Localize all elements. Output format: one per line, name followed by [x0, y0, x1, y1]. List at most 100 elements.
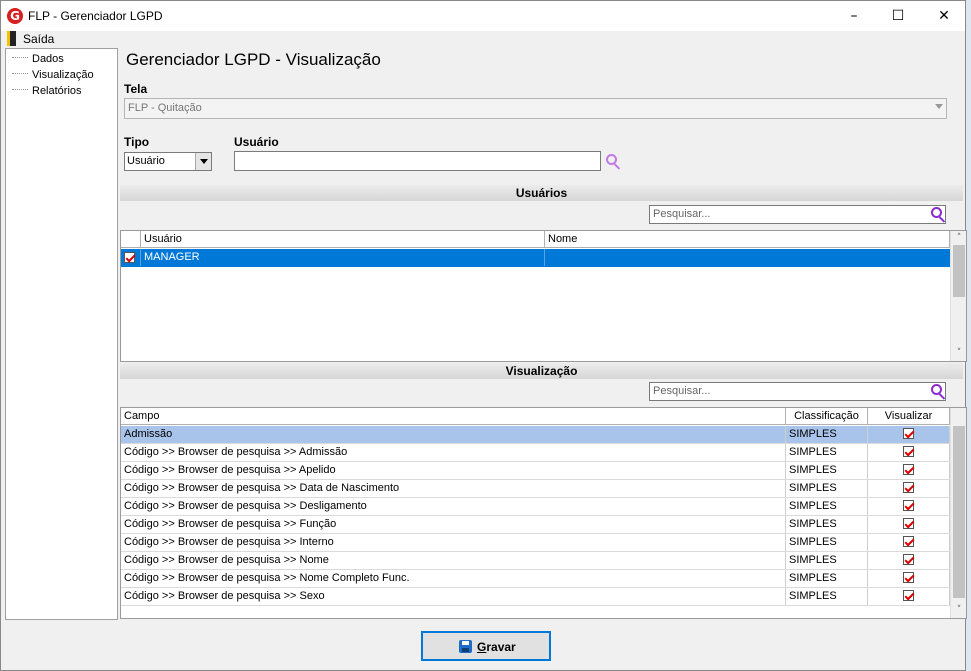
visualizar-checkbox[interactable]: [903, 464, 914, 475]
visualizar-checkbox[interactable]: [903, 428, 914, 439]
view-column-visualizar[interactable]: Visualizar: [868, 408, 950, 425]
visualizar-checkbox[interactable]: [903, 554, 914, 565]
row-classificacao: SIMPLES: [786, 588, 868, 605]
maximize-button[interactable]: ☐: [875, 1, 921, 31]
row-visualizar: [868, 426, 950, 443]
visualizar-checkbox[interactable]: [903, 536, 914, 547]
visualizar-checkbox[interactable]: [903, 500, 914, 511]
users-grid-header: Usuário Nome: [121, 231, 950, 248]
tree-item-visualizacao[interactable]: Visualização: [6, 67, 94, 83]
view-column-campo[interactable]: Campo: [121, 408, 786, 425]
view-section-header: Visualização: [120, 363, 963, 379]
row-campo: Admissão: [121, 426, 786, 443]
row-visualizar: [868, 444, 950, 461]
tree-connector: [12, 89, 28, 91]
row-visualizar: [868, 480, 950, 497]
table-row[interactable]: Código >> Browser de pesquisa >> Interno…: [121, 534, 950, 552]
menu-exit[interactable]: Saída: [23, 32, 54, 46]
scroll-up-icon[interactable]: ˄: [954, 233, 964, 243]
row-classificacao: SIMPLES: [786, 426, 868, 443]
users-grid: Usuário Nome MANAGER ˄ ˅: [120, 230, 967, 362]
users-table-row[interactable]: MANAGER: [121, 249, 950, 267]
table-row[interactable]: Código >> Browser de pesquisa >> Nome SIM…: [121, 552, 950, 570]
view-column-classificacao[interactable]: Classificação: [786, 408, 868, 425]
users-search-input[interactable]: Pesquisar...: [649, 205, 946, 224]
users-column-usuario[interactable]: Usuário: [141, 231, 545, 248]
tree-item-relatorios[interactable]: Relatórios: [6, 83, 82, 99]
chevron-down-icon: [200, 159, 208, 164]
scroll-down-icon[interactable]: ˅: [954, 605, 964, 615]
view-search-input[interactable]: Pesquisar...: [649, 382, 946, 401]
table-row[interactable]: Código >> Browser de pesquisa >> Apelido…: [121, 462, 950, 480]
menu-bar: Saída: [1, 31, 965, 47]
tela-select[interactable]: FLP - Quitação: [124, 98, 947, 119]
users-row-nome: [545, 249, 950, 266]
users-row-checkbox[interactable]: [124, 252, 135, 263]
tree-item-label: Visualização: [32, 69, 94, 81]
tipo-label: Tipo: [124, 135, 150, 149]
close-button[interactable]: ✕: [921, 1, 967, 31]
row-visualizar: [868, 534, 950, 551]
save-button-label: Gravar: [477, 640, 516, 654]
tipo-select-value: Usuário: [127, 155, 165, 167]
visualizar-checkbox[interactable]: [903, 446, 914, 457]
app-window: G FLP - Gerenciador LGPD – ☐ ✕ Saída Dad…: [0, 0, 967, 671]
tipo-dropdown-button[interactable]: [195, 153, 211, 170]
row-classificacao: SIMPLES: [786, 534, 868, 551]
row-campo: Código >> Browser de pesquisa >> Interno: [121, 534, 786, 551]
row-classificacao: SIMPLES: [786, 480, 868, 497]
tree-item-label: Dados: [32, 53, 64, 65]
exit-door-icon[interactable]: [7, 31, 16, 46]
view-search-placeholder: Pesquisar...: [653, 385, 711, 397]
app-logo-icon: G: [7, 8, 23, 24]
table-row[interactable]: Código >> Browser de pesquisa >> Nome Co…: [121, 570, 950, 588]
title-bar: G FLP - Gerenciador LGPD – ☐ ✕: [1, 1, 965, 31]
search-icon[interactable]: [606, 154, 622, 170]
view-grid-header: Campo Classificação Visualizar: [121, 408, 950, 425]
save-mnemonic: G: [477, 640, 487, 654]
row-visualizar: [868, 570, 950, 587]
table-row[interactable]: Código >> Browser de pesquisa >> Admissã…: [121, 444, 950, 462]
tree-connector: [12, 73, 28, 75]
table-row[interactable]: Código >> Browser de pesquisa >> Função S…: [121, 516, 950, 534]
row-campo: Código >> Browser de pesquisa >> Sexo: [121, 588, 786, 605]
table-row[interactable]: Código >> Browser de pesquisa >> Desliga…: [121, 498, 950, 516]
row-campo: Código >> Browser de pesquisa >> Desliga…: [121, 498, 786, 515]
visualizar-checkbox[interactable]: [903, 482, 914, 493]
row-classificacao: SIMPLES: [786, 552, 868, 569]
tree-connector: [12, 57, 28, 59]
save-button[interactable]: Gravar: [421, 631, 551, 661]
row-classificacao: SIMPLES: [786, 498, 868, 515]
row-campo: Código >> Browser de pesquisa >> Admissã…: [121, 444, 786, 461]
usuario-input[interactable]: [234, 151, 601, 171]
tela-label: Tela: [124, 82, 148, 96]
table-row[interactable]: Código >> Browser de pesquisa >> Sexo SIM…: [121, 588, 950, 606]
minimize-button[interactable]: –: [831, 1, 877, 31]
visualizar-checkbox[interactable]: [903, 518, 914, 529]
table-row[interactable]: Admissão SIMPLES: [121, 426, 950, 444]
row-campo: Código >> Browser de pesquisa >> Função: [121, 516, 786, 533]
users-row-check-cell: [121, 249, 141, 266]
navigation-tree: Dados Visualização Relatórios: [5, 48, 118, 620]
tipo-select[interactable]: Usuário: [124, 152, 212, 171]
users-search-icon[interactable]: [931, 207, 947, 223]
visualizar-checkbox[interactable]: [903, 590, 914, 601]
scrollbar-thumb[interactable]: [953, 426, 965, 598]
scrollbar-thumb[interactable]: [953, 245, 965, 297]
view-grid: Campo Classificação Visualizar Admissão S…: [120, 407, 967, 619]
table-row[interactable]: Código >> Browser de pesquisa >> Data de…: [121, 480, 950, 498]
chevron-down-icon: [935, 104, 943, 109]
usuario-label: Usuário: [234, 135, 279, 149]
row-visualizar: [868, 552, 950, 569]
users-grid-scrollbar[interactable]: ˄ ˅: [950, 231, 966, 361]
tree-item-dados[interactable]: Dados: [6, 51, 64, 67]
visualizar-checkbox[interactable]: [903, 572, 914, 583]
view-search-icon[interactable]: [931, 384, 947, 400]
view-grid-scrollbar[interactable]: ˅: [950, 408, 966, 618]
users-row-usuario: MANAGER: [141, 249, 545, 266]
scroll-down-icon[interactable]: ˅: [954, 348, 964, 358]
main-panel: Gerenciador LGPD - Visualização Tela FLP…: [119, 48, 967, 620]
users-column-nome[interactable]: Nome: [545, 231, 950, 248]
floppy-disk-icon: [459, 640, 472, 653]
row-classificacao: SIMPLES: [786, 444, 868, 461]
